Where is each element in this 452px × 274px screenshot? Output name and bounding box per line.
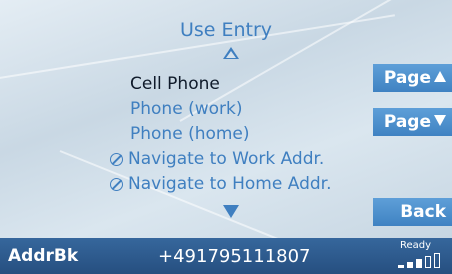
menu-item-phone-home[interactable]: Phone (home) [110,122,380,147]
menu-item-label: Phone (home) [130,124,250,144]
triangle-up-icon [434,71,446,82]
page-up-label: Page [383,68,431,88]
screen-title: Use Entry [179,19,273,41]
back-label: Back [400,202,446,222]
menu-item-navigate-work[interactable]: Navigate to Work Addr. [110,147,380,172]
ready-indicator: Ready [400,240,432,251]
signal-bar [425,256,431,268]
signal-bar [416,259,422,268]
menu-item-label: Navigate to Home Addr. [128,174,332,194]
scroll-down-arrow-icon[interactable] [223,205,239,218]
signal-strength-icon [398,253,452,270]
phone-screen: Use Entry Cell Phone Phone (work) Phone … [0,0,452,274]
menu-item-cell-phone[interactable]: Cell Phone [110,72,380,97]
menu-item-navigate-home[interactable]: Navigate to Home Addr. [110,172,380,197]
status-bar: AddrBk +491795111807 Ready [0,238,452,274]
back-button[interactable]: Back [373,198,452,226]
menu-item-label: Phone (work) [130,99,243,119]
menu-item-phone-work[interactable]: Phone (work) [110,97,380,122]
status-source: AddrBk [8,246,79,266]
signal-bar [398,265,404,268]
page-down-button[interactable]: Page [373,108,452,136]
page-down-label: Page [383,112,431,132]
signal-bar [434,253,440,268]
menu-item-label: Cell Phone [130,74,220,94]
triangle-down-icon [434,115,446,126]
signal-bar [407,262,413,268]
page-up-button[interactable]: Page [373,64,452,92]
navigation-icon [110,178,123,191]
menu-item-label: Navigate to Work Addr. [128,149,325,169]
navigation-icon [110,153,123,166]
scroll-up-arrow-inner [226,51,236,58]
phone-number: +491795111807 [158,246,311,267]
entry-menu: Cell Phone Phone (work) Phone (home) Nav… [110,72,380,197]
